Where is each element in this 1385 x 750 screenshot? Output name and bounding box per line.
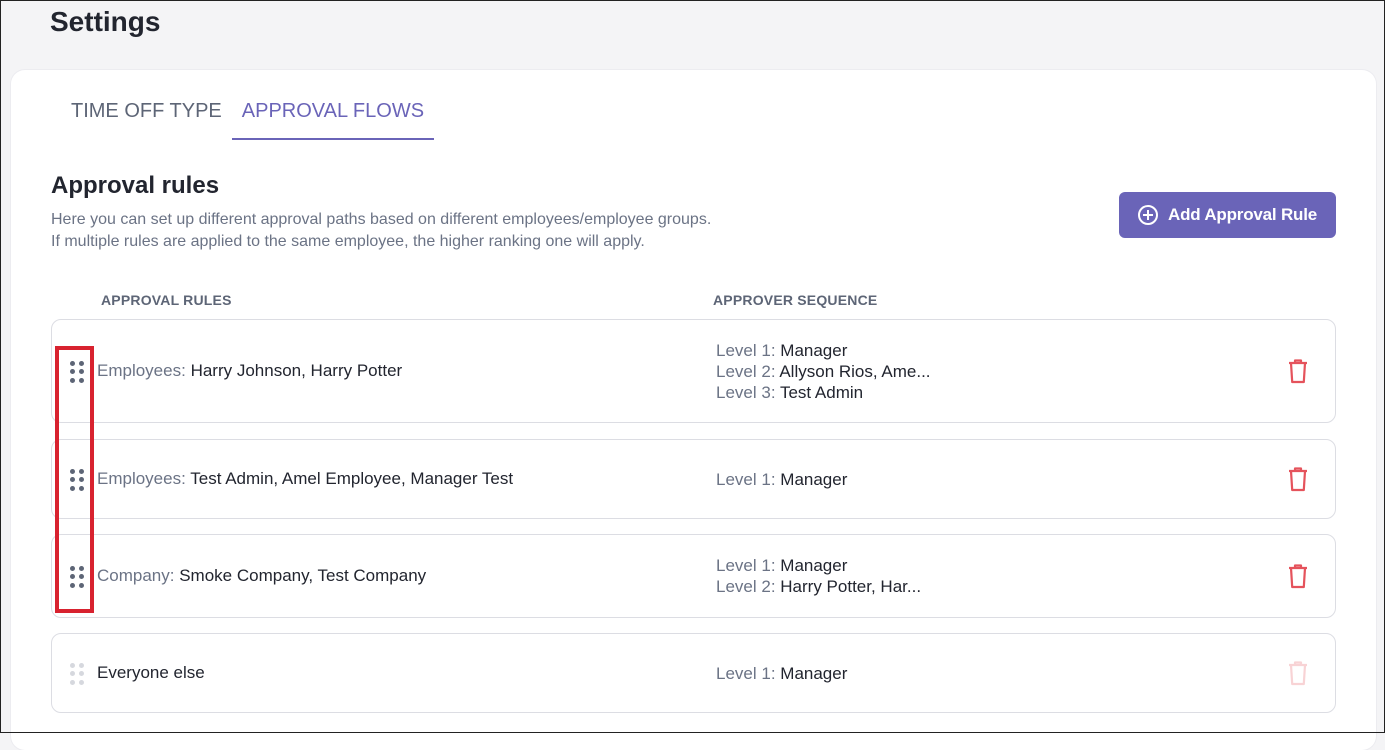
rule-key: Employees: (97, 469, 186, 488)
level-value: Test Admin (779, 383, 864, 402)
level-key: Level 1: (716, 556, 776, 575)
level-key: Level 2: (716, 577, 776, 596)
level-value: Manager (780, 556, 848, 575)
rule-key: Employees: (97, 361, 186, 380)
rule-value: Harry Johnson, Harry Potter (190, 361, 403, 380)
tab-approval-flows[interactable]: APPROVAL FLOWS (231, 100, 435, 140)
page-title: Settings (50, 6, 161, 37)
approval-rule-row[interactable]: Company: Smoke Company, Test Company Lev… (51, 534, 1336, 618)
trash-icon[interactable] (1286, 358, 1310, 384)
rule-value: Test Admin, Amel Employee, Manager Test (190, 469, 514, 488)
level-value: Allyson Rios, Ame... (779, 362, 931, 381)
approval-rule-row[interactable]: Employees: Test Admin, Amel Employee, Ma… (51, 439, 1336, 519)
level-key: Level 2: (716, 362, 776, 381)
column-header-approver-sequence: APPROVER SEQUENCE (713, 292, 878, 308)
column-header-approval-rules: APPROVAL RULES (101, 292, 232, 308)
level-key: Level 1: (716, 470, 776, 489)
drag-handle-icon[interactable] (70, 469, 84, 491)
level-key: Level 1: (716, 341, 776, 360)
trash-icon[interactable] (1286, 466, 1310, 492)
approval-rule-row[interactable]: Employees: Harry Johnson, Harry Potter L… (51, 319, 1336, 423)
tab-time-off-type[interactable]: TIME OFF TYPE (61, 100, 232, 140)
rule-condition: Employees: Harry Johnson, Harry Potter (97, 361, 402, 381)
add-approval-rule-button[interactable]: Add Approval Rule (1119, 192, 1336, 238)
description-line-2: If multiple rules are applied to the sam… (51, 233, 645, 250)
section-description: Here you can set up different approval p… (51, 209, 711, 253)
approver-sequence: Level 1: Manager (716, 469, 847, 490)
drag-handle-icon[interactable] (70, 566, 84, 588)
level-value: Manager (780, 664, 848, 683)
settings-card: TIME OFF TYPE APPROVAL FLOWS Approval ru… (11, 70, 1376, 750)
level-key: Level 1: (716, 664, 776, 683)
rule-condition: Company: Smoke Company, Test Company (97, 566, 426, 586)
drag-handle-icon (70, 663, 84, 685)
level-key: Level 3: (716, 383, 776, 402)
tab-bar: TIME OFF TYPE APPROVAL FLOWS (61, 100, 435, 140)
plus-circle-icon (1138, 205, 1158, 225)
rule-key: Company: (97, 566, 175, 585)
trash-icon[interactable] (1286, 563, 1310, 589)
drag-handle-icon[interactable] (70, 361, 84, 383)
rule-value: Everyone else (97, 663, 205, 682)
level-value: Manager (780, 470, 848, 489)
level-value: Harry Potter, Har... (780, 577, 922, 596)
approval-rule-row-default: Everyone else Level 1: Manager (51, 633, 1336, 713)
rule-condition: Employees: Test Admin, Amel Employee, Ma… (97, 469, 513, 489)
rule-condition: Everyone else (97, 663, 205, 683)
trash-icon (1289, 661, 1307, 686)
approver-sequence: Level 1: Manager (716, 663, 847, 684)
section-title: Approval rules (51, 172, 220, 199)
description-line-1: Here you can set up different approval p… (51, 211, 712, 228)
approver-sequence: Level 1: Manager Level 2: Allyson Rios, … (716, 340, 931, 403)
level-value: Manager (780, 341, 848, 360)
rule-value: Smoke Company, Test Company (179, 566, 427, 585)
add-approval-rule-label: Add Approval Rule (1168, 205, 1317, 224)
approver-sequence: Level 1: Manager Level 2: Harry Potter, … (716, 555, 921, 597)
